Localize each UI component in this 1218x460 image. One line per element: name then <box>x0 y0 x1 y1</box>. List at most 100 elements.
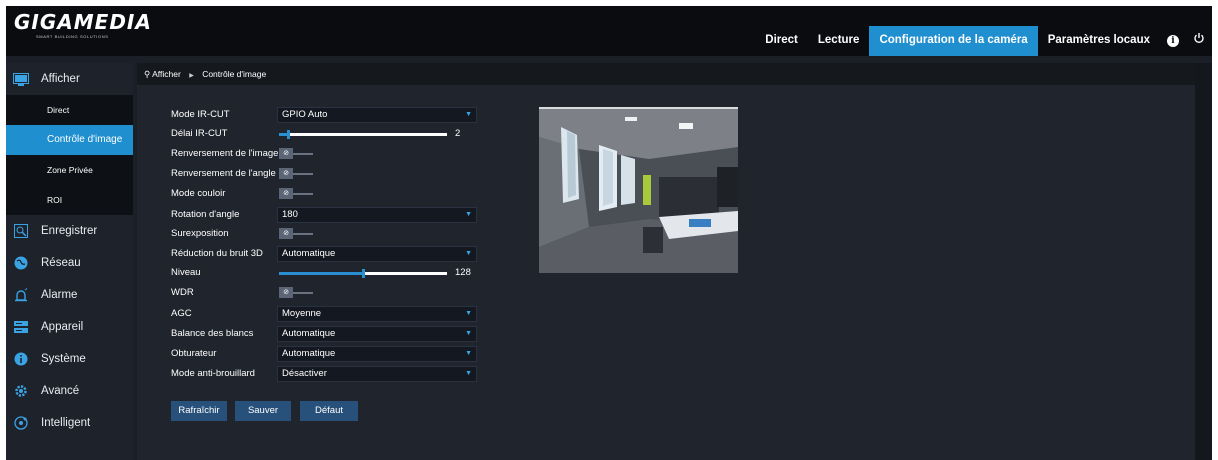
toggle-off-icon: ⊘ <box>279 287 293 298</box>
brand-name: GIGAMEDIA <box>14 10 152 34</box>
image-flip-label: Renversement de l'image <box>171 148 279 159</box>
app-window: GIGAMEDIA SMART BUILDING SOLUTIONS Direc… <box>6 6 1212 460</box>
toggle-off-icon: ⊘ <box>279 188 293 199</box>
info-icon[interactable]: i <box>1160 26 1186 56</box>
rotation-value: 180 <box>282 209 298 220</box>
camera-preview <box>539 107 738 273</box>
ircut-delay-value: 2 <box>455 128 461 139</box>
submenu-roi[interactable]: ROI <box>6 185 133 215</box>
breadcrumb-separator-icon: ▶ <box>189 73 194 79</box>
toggle-off-icon: ⊘ <box>279 168 293 179</box>
gear-icon <box>13 383 29 399</box>
toggle-off-icon: ⊘ <box>279 148 293 159</box>
toggle-track <box>293 173 313 175</box>
sidebar-item-systeme[interactable]: Système <box>6 343 133 375</box>
default-button[interactable]: Défaut <box>300 401 358 421</box>
dropdown-arrow-icon: ▼ <box>465 350 472 357</box>
breadcrumb: ⚲ Afficher ▶ Contrôle d'image <box>137 63 1195 85</box>
dropdown-arrow-icon: ▼ <box>465 111 472 118</box>
nav-direct[interactable]: Direct <box>755 26 808 56</box>
submenu-image-control[interactable]: Contrôle d'image <box>6 125 133 155</box>
brand-tagline: SMART BUILDING SOLUTIONS <box>36 34 109 39</box>
ircut-delay-slider[interactable] <box>279 130 447 139</box>
rotation-label: Rotation d'angle <box>171 209 240 220</box>
sidebar-item-avance[interactable]: Avancé <box>6 375 133 407</box>
ircut-mode-label: Mode IR-CUT <box>171 109 230 120</box>
agc-label: AGC <box>171 308 192 319</box>
device-icon <box>13 319 29 335</box>
dropdown-arrow-icon: ▼ <box>465 370 472 377</box>
level-slider[interactable] <box>279 269 447 278</box>
sidebar-item-afficher[interactable]: Afficher <box>6 63 133 95</box>
submenu-privacy-zone[interactable]: Zone Privée <box>6 155 133 185</box>
overexposure-label: Surexposition <box>171 228 229 239</box>
sidebar-item-label: Appareil <box>41 321 84 333</box>
sidebar-item-label: Alarme <box>41 289 78 301</box>
camera-feed-image <box>539 107 738 273</box>
location-pin-icon: ⚲ <box>144 69 151 79</box>
corridor-mode-label: Mode couloir <box>171 188 226 199</box>
breadcrumb-current: Contrôle d'image <box>202 69 267 79</box>
white-balance-label: Balance des blancs <box>171 328 254 339</box>
slider-fill <box>279 272 364 275</box>
noise-3d-value: Automatique <box>282 248 336 259</box>
white-balance-select[interactable]: Automatique ▼ <box>277 326 477 342</box>
breadcrumb-root[interactable]: Afficher <box>152 69 181 79</box>
brand-logo: GIGAMEDIA SMART BUILDING SOLUTIONS <box>14 11 152 39</box>
sidebar-item-alarme[interactable]: Alarme <box>6 279 133 311</box>
agc-select[interactable]: Moyenne ▼ <box>277 306 477 322</box>
sidebar-item-label: Avancé <box>41 385 80 397</box>
image-flip-toggle[interactable]: ⊘ <box>279 148 313 159</box>
slider-handle[interactable] <box>287 130 291 139</box>
display-icon <box>13 71 29 87</box>
shutter-select[interactable]: Automatique ▼ <box>277 346 477 362</box>
sidebar-item-intelligent[interactable]: Intelligent <box>6 407 133 439</box>
angle-flip-toggle[interactable]: ⊘ <box>279 168 313 179</box>
corridor-mode-toggle[interactable]: ⊘ <box>279 188 313 199</box>
antifog-select[interactable]: Désactiver ▼ <box>277 366 477 382</box>
level-value: 128 <box>455 267 471 278</box>
rotation-select[interactable]: 180 ▼ <box>277 207 477 223</box>
antifog-label: Mode anti-brouillard <box>171 368 255 379</box>
dropdown-arrow-icon: ▼ <box>465 250 472 257</box>
antifog-value: Désactiver <box>282 368 327 379</box>
nav-local-settings[interactable]: Paramètres locaux <box>1038 26 1160 56</box>
toggle-track <box>293 233 313 235</box>
level-label: Niveau <box>171 267 201 278</box>
noise-3d-select[interactable]: Automatique ▼ <box>277 246 477 262</box>
sidebar-submenu: Direct Contrôle d'image Zone Privée ROI <box>6 95 133 215</box>
ircut-mode-value: GPIO Auto <box>282 109 328 120</box>
agc-value: Moyenne <box>282 308 322 319</box>
submenu-direct[interactable]: Direct <box>6 95 133 125</box>
top-navigation: Direct Lecture Configuration de la camér… <box>755 26 1212 56</box>
sidebar-item-label: Enregistrer <box>41 225 98 237</box>
sidebar-item-appareil[interactable]: Appareil <box>6 311 133 343</box>
toggle-off-icon: ⊘ <box>279 228 293 239</box>
shutter-label: Obturateur <box>171 348 217 359</box>
sidebar-item-enregistrer[interactable]: Enregistrer <box>6 215 133 247</box>
noise-3d-label: Réduction du bruit 3D <box>171 248 263 259</box>
toggle-track <box>293 292 313 294</box>
save-button[interactable]: Sauver <box>235 401 291 421</box>
sidebar-item-reseau[interactable]: Réseau <box>6 247 133 279</box>
dropdown-arrow-icon: ▼ <box>465 211 472 218</box>
overexposure-toggle[interactable]: ⊘ <box>279 228 313 239</box>
network-icon <box>13 255 29 271</box>
wdr-toggle[interactable]: ⊘ <box>279 287 313 298</box>
angle-flip-label: Renversement de l'angle <box>171 168 276 179</box>
intelligent-icon <box>13 415 29 431</box>
power-icon[interactable] <box>1186 26 1212 56</box>
refresh-button[interactable]: Rafraîchir <box>171 401 227 421</box>
ircut-delay-label: Délai IR-CUT <box>171 128 228 139</box>
dropdown-arrow-icon: ▼ <box>465 310 472 317</box>
record-icon <box>13 223 29 239</box>
nav-camera-config[interactable]: Configuration de la caméra <box>869 26 1038 56</box>
ircut-mode-select[interactable]: GPIO Auto ▼ <box>277 107 477 123</box>
nav-lecture[interactable]: Lecture <box>808 26 870 56</box>
sidebar-item-label: Intelligent <box>41 417 91 429</box>
right-scrollbar[interactable] <box>1195 63 1212 460</box>
slider-handle[interactable] <box>362 269 366 278</box>
toggle-track <box>293 193 313 195</box>
dropdown-arrow-icon: ▼ <box>465 330 472 337</box>
shutter-value: Automatique <box>282 348 336 359</box>
